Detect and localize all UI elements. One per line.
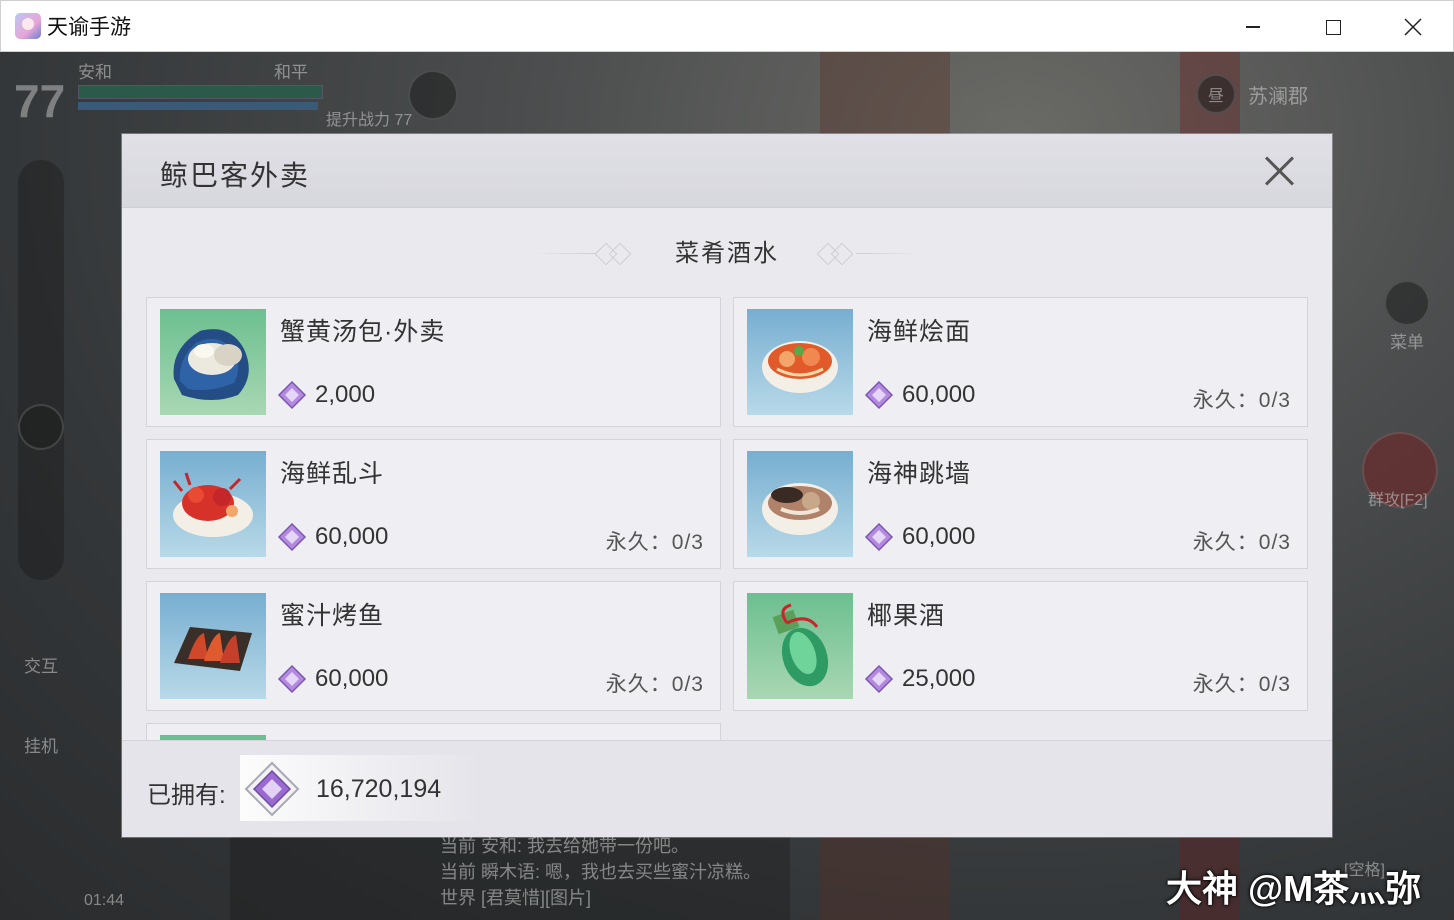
grilled-fish-icon: [160, 593, 266, 699]
window-close-button[interactable]: [1373, 1, 1453, 53]
shop-item-card[interactable]: 椰果酒 25,000 永久：0/3: [733, 581, 1308, 711]
purchase-limit: 永久：0/3: [1192, 673, 1291, 696]
divider: [532, 253, 596, 254]
time-badge-label: 昼: [1208, 88, 1225, 105]
takeout-dialog: 鲸巴客外卖 菜肴酒水 蟹黄汤包·外卖 2,000 海鲜烩面 60,000 永久：…: [122, 134, 1332, 837]
mp-bar: [78, 102, 318, 110]
seafood-soup-icon: [747, 451, 853, 557]
purchase-limit: 永久：0/3: [605, 673, 704, 696]
item-name: 海鲜乱斗: [280, 460, 385, 488]
divider: [856, 253, 920, 254]
window-titlebar: 天谕手游: [0, 0, 1454, 52]
interact-label[interactable]: 交互: [24, 652, 58, 677]
item-name: 椰果酒: [867, 602, 946, 630]
diamond-ornament-icon: [830, 242, 854, 266]
currency-gem-icon: [244, 761, 300, 817]
item-name: 海神跳墙: [867, 460, 972, 488]
minimize-button[interactable]: [1213, 1, 1293, 53]
hp-bar: [78, 85, 323, 99]
item-price: 60,000: [315, 523, 389, 550]
shop-item-card[interactable]: 海鲜烩面 60,000 永久：0/3: [733, 297, 1308, 427]
dialog-header: 鲸巴客外卖: [122, 134, 1332, 208]
chat-line: 当前 瞬木语: 嗯，我也去买些蜜汁凉糕。: [440, 862, 762, 882]
seafood-noodle-icon: [747, 309, 853, 415]
location-name: 苏澜郡: [1248, 86, 1308, 108]
watermark: 大神 @M茶灬弥: [1166, 868, 1422, 909]
currency-gem-icon: [277, 522, 307, 552]
shop-item-card[interactable]: 海神跳墙 60,000 永久：0/3: [733, 439, 1308, 569]
item-name: 蟹黄汤包·外卖: [280, 318, 446, 346]
skill-label: 群攻[F2]: [1368, 492, 1428, 509]
player-level: 77: [14, 75, 66, 127]
menu-label: 菜单: [1390, 333, 1424, 352]
currency-gem-icon: [864, 664, 894, 694]
seafood-platter-icon: [160, 451, 266, 557]
dialog-title: 鲸巴客外卖: [160, 160, 311, 191]
diamond-ornament-icon: [608, 242, 632, 266]
item-price: 60,000: [315, 665, 389, 692]
currency-gem-icon: [277, 664, 307, 694]
currency-gem-icon: [864, 522, 894, 552]
section-title: 菜肴酒水: [675, 240, 779, 267]
collapse-button[interactable]: [18, 404, 64, 450]
auto-label[interactable]: 挂机: [24, 732, 58, 757]
maximize-button[interactable]: [1293, 1, 1373, 53]
shop-item-card[interactable]: 海鲜乱斗 60,000 永久：0/3: [146, 439, 721, 569]
owned-amount: 16,720,194: [316, 775, 442, 803]
owned-label: 已拥有:: [147, 782, 226, 809]
item-price: 60,000: [902, 523, 976, 550]
section-header: 菜肴酒水: [122, 234, 1332, 274]
shop-item-card[interactable]: 蟹黄汤包·外卖 2,000: [146, 297, 721, 427]
app-icon: [15, 13, 41, 39]
maximize-icon: [1325, 19, 1341, 35]
player-name: 安和: [78, 63, 112, 82]
coconut-wine-icon: [747, 593, 853, 699]
minimize-icon: [1246, 26, 1260, 28]
wallet-bar: 已拥有: 16,720,194: [122, 740, 1332, 837]
chat-line: 世界 [君莫惜][图片]: [440, 888, 592, 908]
purchase-limit: 永久：0/3: [1192, 531, 1291, 554]
window-title: 天谕手游: [47, 16, 131, 39]
item-price: 2,000: [315, 381, 376, 408]
item-price: 25,000: [902, 665, 976, 692]
avatar[interactable]: [408, 70, 458, 120]
menu-button[interactable]: [1384, 280, 1430, 326]
power-tip[interactable]: 提升战力 77: [326, 106, 412, 130]
purchase-limit: 永久：0/3: [605, 531, 704, 554]
close-icon: [1404, 18, 1422, 36]
currency-gem-icon: [864, 380, 894, 410]
quest-sidebar: [18, 160, 64, 580]
currency-gem-icon: [277, 380, 307, 410]
purchase-limit: 永久：0/3: [1192, 389, 1291, 412]
item-price: 60,000: [902, 381, 976, 408]
dialog-close-button[interactable]: [1262, 154, 1296, 188]
item-name: 海鲜烩面: [867, 318, 972, 346]
shop-item-card[interactable]: 蜜汁烤鱼 60,000 永久：0/3: [146, 581, 721, 711]
clock: 01:44: [84, 892, 125, 909]
item-name: 蜜汁烤鱼: [280, 602, 385, 630]
pk-mode[interactable]: 和平: [274, 58, 308, 83]
soup-dumpling-icon: [160, 309, 266, 415]
